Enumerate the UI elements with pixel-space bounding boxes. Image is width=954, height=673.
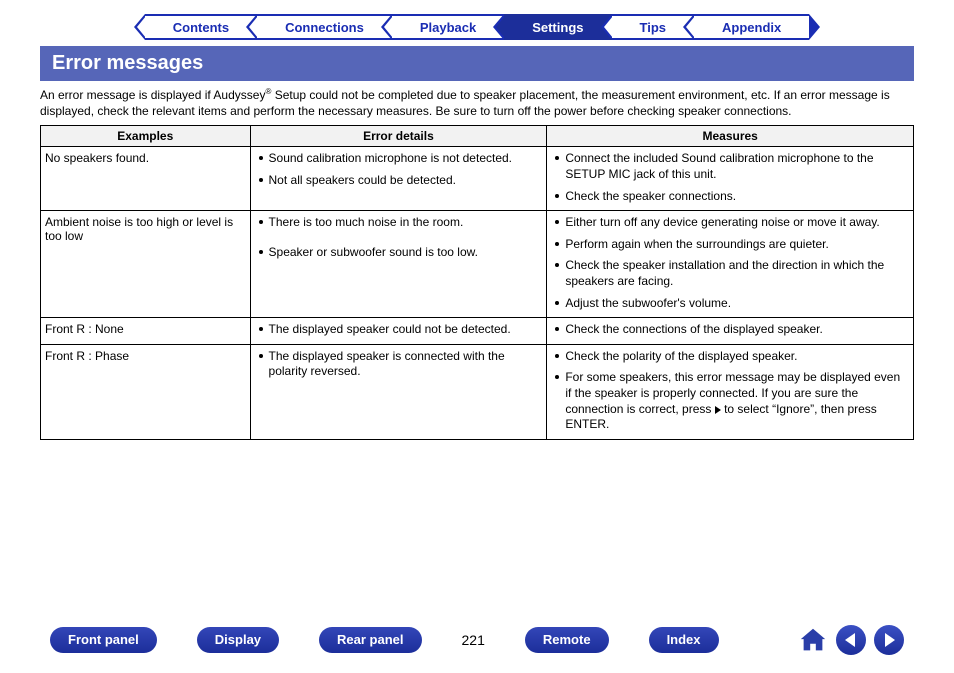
tab-bar: Contents Connections Playback Settings T… <box>0 0 954 46</box>
list-item: Either turn off any device generating no… <box>553 215 907 231</box>
list-item: Not all speakers could be detected. <box>257 173 541 189</box>
table-row: No speakers found. Sound calibration mic… <box>41 147 914 211</box>
error-table: Examples Error details Measures No speak… <box>40 125 914 439</box>
cell-measures: Check the polarity of the displayed spea… <box>547 344 914 439</box>
cell-details: Sound calibration microphone is not dete… <box>250 147 547 211</box>
arrow-right-icon <box>885 633 895 647</box>
list-item: Sound calibration microphone is not dete… <box>257 151 541 167</box>
th-details: Error details <box>250 126 547 147</box>
table-row: Front R : Phase The displayed speaker is… <box>41 344 914 439</box>
table-row: Ambient noise is too high or level is to… <box>41 211 914 318</box>
tab-appendix[interactable]: Appendix <box>694 14 809 40</box>
display-button[interactable]: Display <box>197 627 279 653</box>
tab-label: Appendix <box>722 20 781 35</box>
list-item: Check the speaker connections. <box>553 189 907 205</box>
tab-connections[interactable]: Connections <box>257 14 392 40</box>
remote-button[interactable]: Remote <box>525 627 609 653</box>
intro-text: An error message is displayed if Audysse… <box>40 87 914 119</box>
tab-label: Playback <box>420 20 476 35</box>
front-panel-button[interactable]: Front panel <box>50 627 157 653</box>
list-item: Check the polarity of the displayed spea… <box>553 349 907 365</box>
right-triangle-icon <box>715 406 721 414</box>
cell-example: Front R : Phase <box>41 344 251 439</box>
tab-label: Tips <box>640 20 667 35</box>
tab-label: Contents <box>173 20 229 35</box>
list-item: Check the connections of the displayed s… <box>553 322 907 338</box>
home-icon[interactable] <box>798 625 828 655</box>
th-measures: Measures <box>547 126 914 147</box>
cell-details: There is too much noise in the room. Spe… <box>250 211 547 318</box>
list-item: Adjust the subwoofer's volume. <box>553 296 907 312</box>
cell-example: No speakers found. <box>41 147 251 211</box>
th-examples: Examples <box>41 126 251 147</box>
nav-prev-button[interactable] <box>836 625 866 655</box>
footer-bar: Front panel Display Rear panel 221 Remot… <box>0 625 954 655</box>
list-item: The displayed speaker is connected with … <box>257 349 541 380</box>
arrow-left-icon <box>845 633 855 647</box>
cell-example: Front R : None <box>41 318 251 345</box>
cell-measures: Check the connections of the displayed s… <box>547 318 914 345</box>
nav-next-button[interactable] <box>874 625 904 655</box>
tab-contents[interactable]: Contents <box>145 14 257 40</box>
cell-measures: Either turn off any device generating no… <box>547 211 914 318</box>
list-item: Speaker or subwoofer sound is too low. <box>257 245 541 261</box>
tab-label: Settings <box>532 20 583 35</box>
tab-label: Connections <box>285 20 364 35</box>
tab-tips[interactable]: Tips <box>612 14 695 40</box>
list-item: The displayed speaker could not be detec… <box>257 322 541 338</box>
rear-panel-button[interactable]: Rear panel <box>319 627 421 653</box>
list-item: There is too much noise in the room. <box>257 215 541 231</box>
page-title: Error messages <box>40 46 914 81</box>
tab-settings[interactable]: Settings <box>504 14 611 40</box>
index-button[interactable]: Index <box>649 627 719 653</box>
list-item: For some speakers, this error message ma… <box>553 370 907 432</box>
cell-measures: Connect the included Sound calibration m… <box>547 147 914 211</box>
page-number: 221 <box>462 632 485 648</box>
cell-details: The displayed speaker could not be detec… <box>250 318 547 345</box>
cell-example: Ambient noise is too high or level is to… <box>41 211 251 318</box>
list-item: Check the speaker installation and the d… <box>553 258 907 289</box>
tab-playback[interactable]: Playback <box>392 14 504 40</box>
cell-details: The displayed speaker is connected with … <box>250 344 547 439</box>
list-item: Perform again when the surroundings are … <box>553 237 907 253</box>
table-row: Front R : None The displayed speaker cou… <box>41 318 914 345</box>
list-item: Connect the included Sound calibration m… <box>553 151 907 182</box>
